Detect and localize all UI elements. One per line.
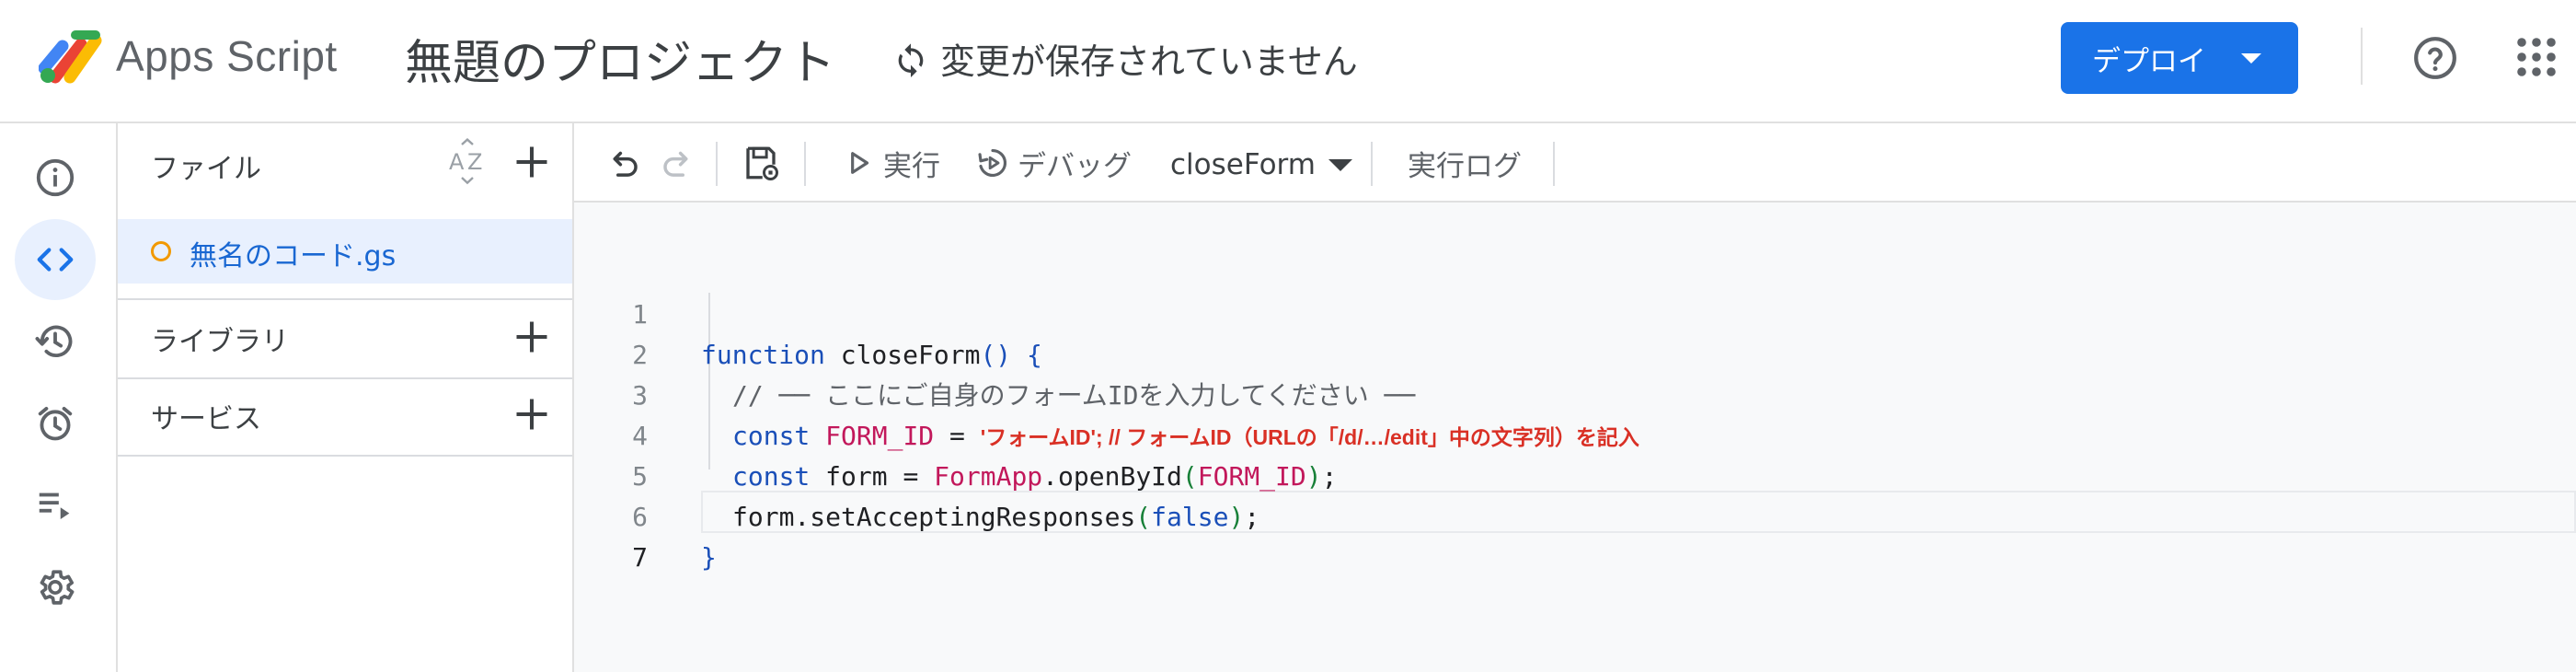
executions-icon bbox=[39, 492, 70, 519]
app-name: Apps Script bbox=[116, 32, 338, 80]
file-item-name: 無名のコード.gs bbox=[190, 240, 397, 272]
file-item[interactable]: 無名のコード.gs bbox=[118, 219, 572, 284]
add-service-icon[interactable] bbox=[512, 394, 552, 434]
rail-overview-button[interactable] bbox=[15, 137, 96, 218]
toolbar-separator bbox=[716, 142, 718, 186]
rail-settings-button[interactable] bbox=[15, 547, 96, 628]
line-number: 7 bbox=[632, 542, 648, 573]
files-header: ファイル A Z bbox=[118, 123, 572, 203]
settings-icon bbox=[40, 570, 75, 605]
history-icon bbox=[35, 325, 73, 357]
libraries-label: ライブラリ bbox=[151, 326, 289, 358]
deploy-dropdown-icon[interactable] bbox=[2241, 53, 2261, 64]
chevron-down-icon bbox=[1328, 158, 1352, 171]
top-bar: Apps Script 無題のプロジェクト 変更が保存されていません デプロイ bbox=[0, 0, 2576, 123]
info-icon bbox=[36, 158, 75, 197]
function-select[interactable]: closeForm bbox=[1170, 144, 1352, 186]
code-line[interactable]: 3 const FORM_ID = 'フォームID'; // フォームID（UR… bbox=[574, 335, 2576, 451]
alarm-icon bbox=[38, 406, 73, 441]
side-rail bbox=[0, 123, 118, 672]
save-status-text: 変更が保存されていません bbox=[940, 41, 1358, 82]
svg-text:Z: Z bbox=[467, 149, 482, 175]
section-divider bbox=[118, 298, 572, 300]
header-divider bbox=[2361, 28, 2363, 85]
sort-az-icon[interactable]: A Z bbox=[445, 138, 491, 188]
debug-button[interactable]: デバッグ bbox=[975, 142, 1132, 184]
function-select-value: closeForm bbox=[1170, 148, 1316, 181]
code-line[interactable]: 5 form.setAcceptingResponses(false); bbox=[574, 416, 2576, 532]
rail-versions-button[interactable] bbox=[15, 301, 96, 382]
redo-icon[interactable] bbox=[659, 144, 697, 182]
services-label: サービス bbox=[151, 403, 261, 435]
debug-button-label: デバッグ bbox=[1018, 149, 1132, 183]
debug-icon bbox=[978, 148, 1007, 178]
toolbar-separator bbox=[1371, 142, 1373, 186]
help-icon[interactable] bbox=[2412, 35, 2458, 81]
add-library-icon[interactable] bbox=[512, 317, 552, 357]
execution-log-label: 実行ログ bbox=[1408, 149, 1522, 183]
code-line[interactable]: 1 function closeForm() { bbox=[574, 254, 2576, 370]
toolbar-separator bbox=[804, 142, 806, 186]
code-icon bbox=[37, 248, 74, 272]
code-line[interactable]: 4 const form = FormApp.openById(FORM_ID)… bbox=[574, 376, 2576, 492]
svg-text:A: A bbox=[449, 149, 465, 175]
project-title[interactable]: 無題のプロジェクト bbox=[405, 24, 835, 93]
save-icon[interactable] bbox=[742, 144, 780, 182]
rail-editor-button[interactable] bbox=[15, 219, 96, 300]
section-divider bbox=[118, 377, 572, 379]
save-status: 変更が保存されていません bbox=[892, 33, 1358, 84]
apps-script-logo[interactable] bbox=[39, 28, 105, 85]
execution-log-button[interactable]: 実行ログ bbox=[1408, 142, 1522, 184]
code-line[interactable]: 7 bbox=[574, 497, 2576, 573]
play-icon bbox=[851, 152, 869, 174]
run-button-label: 実行 bbox=[883, 149, 940, 183]
undo-icon[interactable] bbox=[604, 144, 642, 182]
run-button[interactable]: 実行 bbox=[841, 142, 940, 184]
add-file-icon[interactable] bbox=[512, 142, 552, 182]
code-line[interactable]: 2 // ── ここにご自身のフォームIDを入力してください ── bbox=[574, 295, 2576, 411]
google-apps-icon[interactable] bbox=[2514, 35, 2559, 79]
sync-icon bbox=[898, 42, 924, 77]
files-label: ファイル bbox=[151, 153, 261, 185]
toolbar-separator bbox=[1553, 142, 1555, 186]
deploy-button[interactable]: デプロイ bbox=[2061, 22, 2298, 94]
code-text: } bbox=[701, 542, 717, 573]
code-editor[interactable]: 1 function closeForm() { 2 // ── ここにご自身の… bbox=[574, 203, 2576, 672]
editor-toolbar: 実行 デバッグ closeForm 実行ログ bbox=[574, 123, 2576, 203]
unsaved-file-icon bbox=[151, 241, 171, 261]
rail-executions-button[interactable] bbox=[15, 465, 96, 546]
code-line[interactable]: 6 } bbox=[574, 457, 2576, 573]
files-panel: ファイル A Z 無名のコード.gs ライブラリ サービス bbox=[118, 123, 574, 672]
deploy-button-label: デプロイ bbox=[2092, 44, 2206, 78]
section-divider bbox=[118, 455, 572, 457]
rail-triggers-button[interactable] bbox=[15, 383, 96, 464]
